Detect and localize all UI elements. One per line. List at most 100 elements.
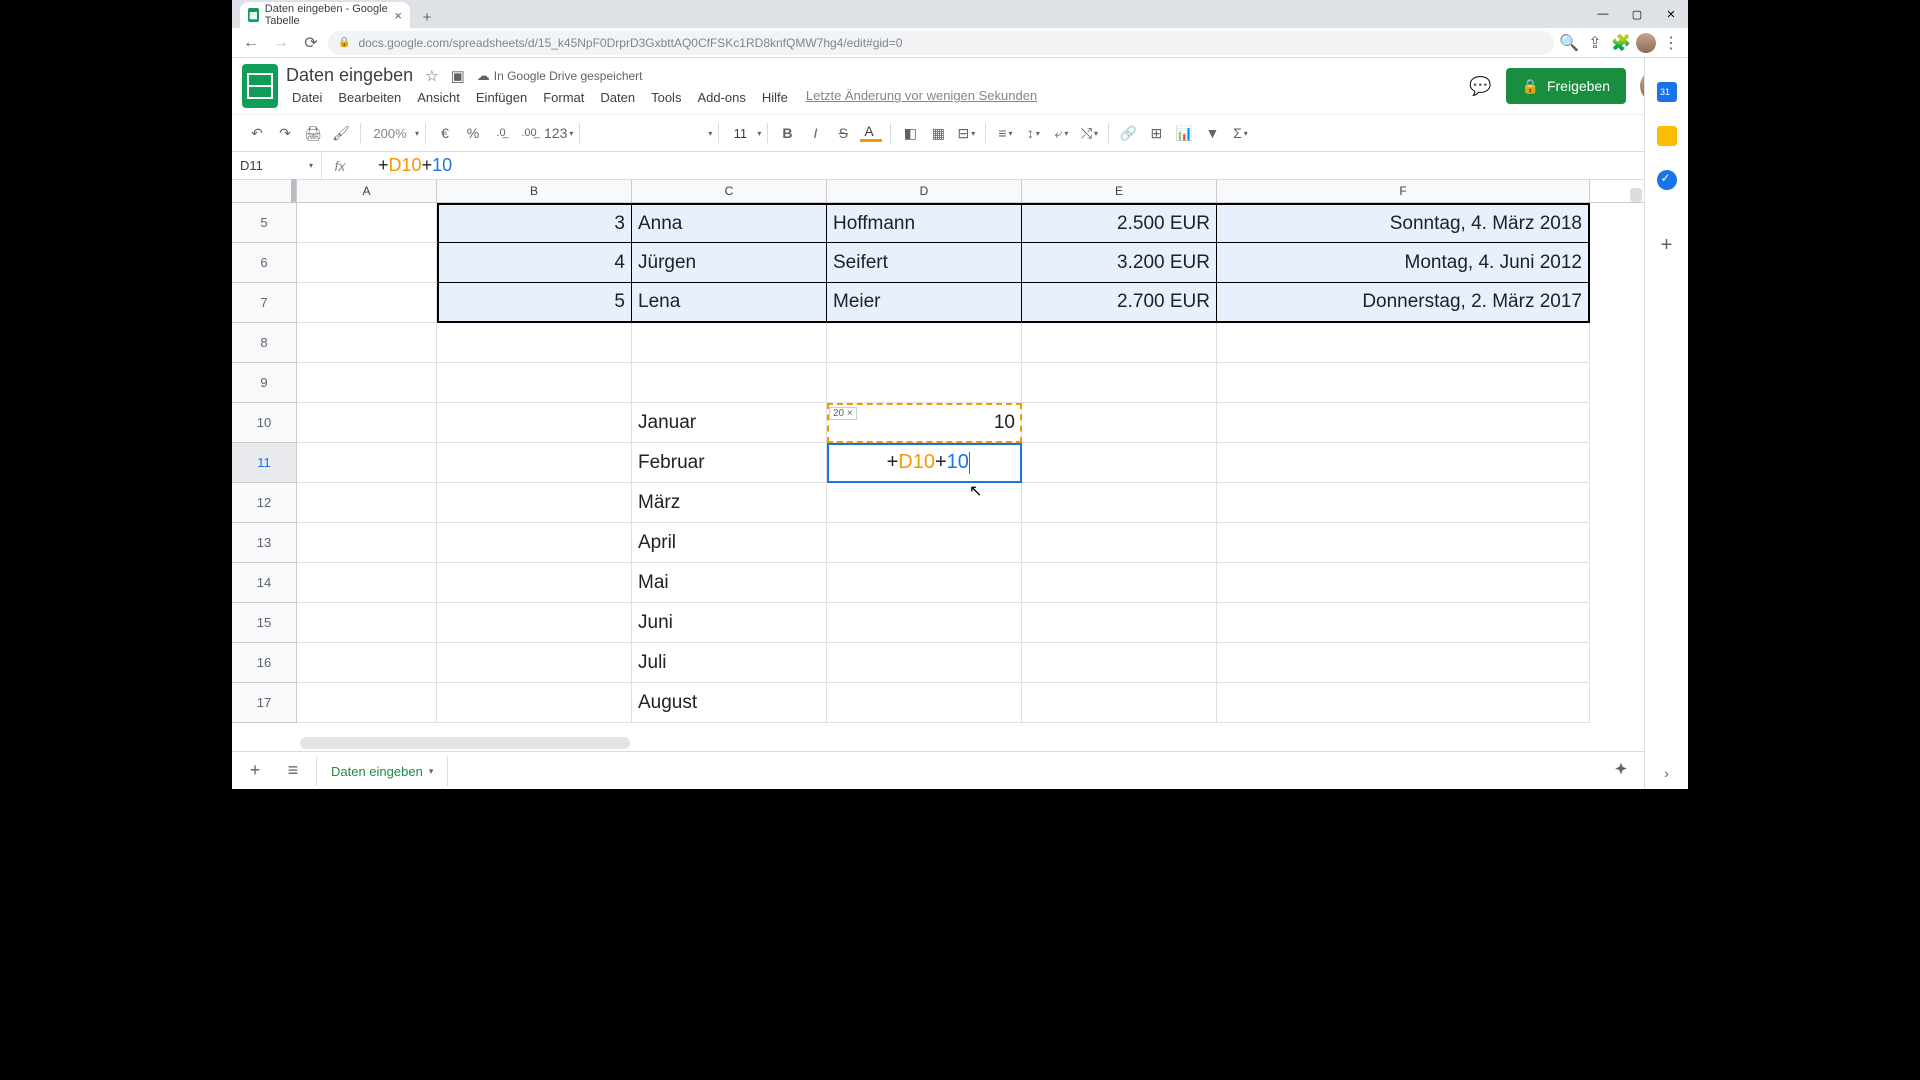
extensions-icon[interactable]: 🧩 [1610, 32, 1632, 54]
share-icon[interactable]: ⇪ [1584, 32, 1606, 54]
row-header[interactable]: 7 [232, 283, 297, 323]
cell[interactable] [827, 603, 1022, 643]
cell[interactable]: Lena [632, 283, 827, 323]
browser-tab[interactable]: ▦ Daten eingeben - Google Tabelle × [240, 2, 410, 28]
cell[interactable]: Meier [827, 283, 1022, 323]
maximize-button[interactable]: ▢ [1620, 0, 1654, 28]
cell[interactable] [297, 403, 437, 443]
col-header-d[interactable]: D [827, 180, 1022, 202]
cell[interactable] [827, 683, 1022, 723]
cell[interactable] [437, 443, 632, 483]
row-header[interactable]: 12 [232, 483, 297, 523]
cell[interactable]: Mai [632, 563, 827, 603]
cell[interactable] [1217, 483, 1590, 523]
document-title[interactable]: Daten eingeben [286, 65, 413, 86]
row-header[interactable]: 13 [232, 523, 297, 563]
add-sheet-button[interactable]: + [240, 756, 270, 786]
menu-edit[interactable]: Bearbeiten [332, 88, 407, 107]
browser-menu-icon[interactable]: ⋮ [1660, 32, 1682, 54]
cell[interactable] [1022, 603, 1217, 643]
cell[interactable] [1217, 523, 1590, 563]
keep-icon[interactable] [1657, 126, 1677, 146]
paint-format-button[interactable]: 🖌 [328, 120, 354, 146]
cell[interactable]: Montag, 4. Juni 2012 [1217, 243, 1590, 283]
last-edit-link[interactable]: Letzte Änderung vor wenigen Sekunden [806, 88, 1037, 107]
new-tab-button[interactable]: + [416, 6, 438, 28]
link-button[interactable]: 🔗 [1115, 120, 1141, 146]
cell[interactable]: Hoffmann [827, 203, 1022, 243]
col-header-b[interactable]: B [437, 180, 632, 202]
menu-addons[interactable]: Add-ons [691, 88, 751, 107]
row-header[interactable]: 16 [232, 643, 297, 683]
menu-tools[interactable]: Tools [645, 88, 687, 107]
cell[interactable] [297, 323, 437, 363]
cell[interactable]: Seifert [827, 243, 1022, 283]
cell[interactable] [1022, 363, 1217, 403]
cell[interactable] [297, 443, 437, 483]
menu-format[interactable]: Format [537, 88, 590, 107]
cell[interactable] [297, 643, 437, 683]
cell[interactable] [437, 683, 632, 723]
cell[interactable] [1217, 403, 1590, 443]
cell[interactable] [1022, 683, 1217, 723]
cell[interactable] [437, 403, 632, 443]
cell[interactable] [1022, 323, 1217, 363]
reload-button[interactable]: ⟳ [298, 31, 324, 55]
cell[interactable] [297, 563, 437, 603]
side-panel-toggle[interactable]: › [1664, 765, 1669, 781]
cell[interactable] [297, 243, 437, 283]
cell[interactable] [1217, 443, 1590, 483]
zoom-icon[interactable]: 🔍 [1558, 32, 1580, 54]
explore-button[interactable] [1606, 756, 1636, 786]
forward-button[interactable]: → [268, 31, 294, 55]
cell[interactable] [1217, 683, 1590, 723]
row-header[interactable]: 11 [232, 443, 297, 483]
cell[interactable]: 2.700 EUR [1022, 283, 1217, 323]
menu-view[interactable]: Ansicht [411, 88, 466, 107]
cell[interactable] [437, 523, 632, 563]
menu-help[interactable]: Hilfe [756, 88, 794, 107]
cell[interactable] [1022, 563, 1217, 603]
cell[interactable] [1217, 563, 1590, 603]
cell[interactable]: Juli [632, 643, 827, 683]
col-header-f[interactable]: F [1217, 180, 1590, 202]
cell[interactable] [827, 563, 1022, 603]
close-button[interactable]: ✕ [1654, 0, 1688, 28]
add-addon-button[interactable]: + [1661, 234, 1673, 257]
horizontal-scrollbar[interactable] [300, 737, 630, 749]
cell[interactable]: 4 [437, 243, 632, 283]
vertical-scrollbar[interactable] [1630, 188, 1642, 202]
grid-body[interactable]: ↖ 5 3 Anna Hoffmann 2.500 EUR Sonntag, 4… [232, 203, 1688, 736]
move-icon[interactable]: ▣ [451, 67, 465, 85]
active-cell-d11[interactable]: +D10+10 [827, 443, 1022, 483]
cell[interactable] [1217, 363, 1590, 403]
cell[interactable]: Februar [632, 443, 827, 483]
cell[interactable] [827, 363, 1022, 403]
cell[interactable] [1022, 403, 1217, 443]
row-header[interactable]: 10 [232, 403, 297, 443]
sheet-tab-menu-icon[interactable]: ▾ [429, 766, 434, 777]
cell[interactable] [437, 643, 632, 683]
cell[interactable] [632, 363, 827, 403]
cell[interactable] [827, 643, 1022, 683]
star-icon[interactable]: ☆ [425, 67, 438, 85]
cell[interactable] [437, 563, 632, 603]
cell[interactable]: März [632, 483, 827, 523]
row-header[interactable]: 8 [232, 323, 297, 363]
cell[interactable] [1022, 523, 1217, 563]
sheet-tab[interactable]: Daten eingeben ▾ [316, 756, 448, 786]
cell[interactable] [437, 603, 632, 643]
cell[interactable] [827, 323, 1022, 363]
cell[interactable] [437, 363, 632, 403]
row-header[interactable]: 5 [232, 203, 297, 243]
col-header-a[interactable]: A [297, 180, 437, 202]
comments-button[interactable]: 💬 [1469, 76, 1491, 97]
cell[interactable] [297, 523, 437, 563]
sheets-logo-icon[interactable] [242, 64, 278, 108]
tasks-icon[interactable] [1657, 170, 1677, 190]
cell[interactable]: Donnerstag, 2. März 2017 [1217, 283, 1590, 323]
menu-data[interactable]: Daten [594, 88, 641, 107]
cell[interactable]: Sonntag, 4. März 2018 [1217, 203, 1590, 243]
cell[interactable] [827, 523, 1022, 563]
cell[interactable]: Jürgen [632, 243, 827, 283]
